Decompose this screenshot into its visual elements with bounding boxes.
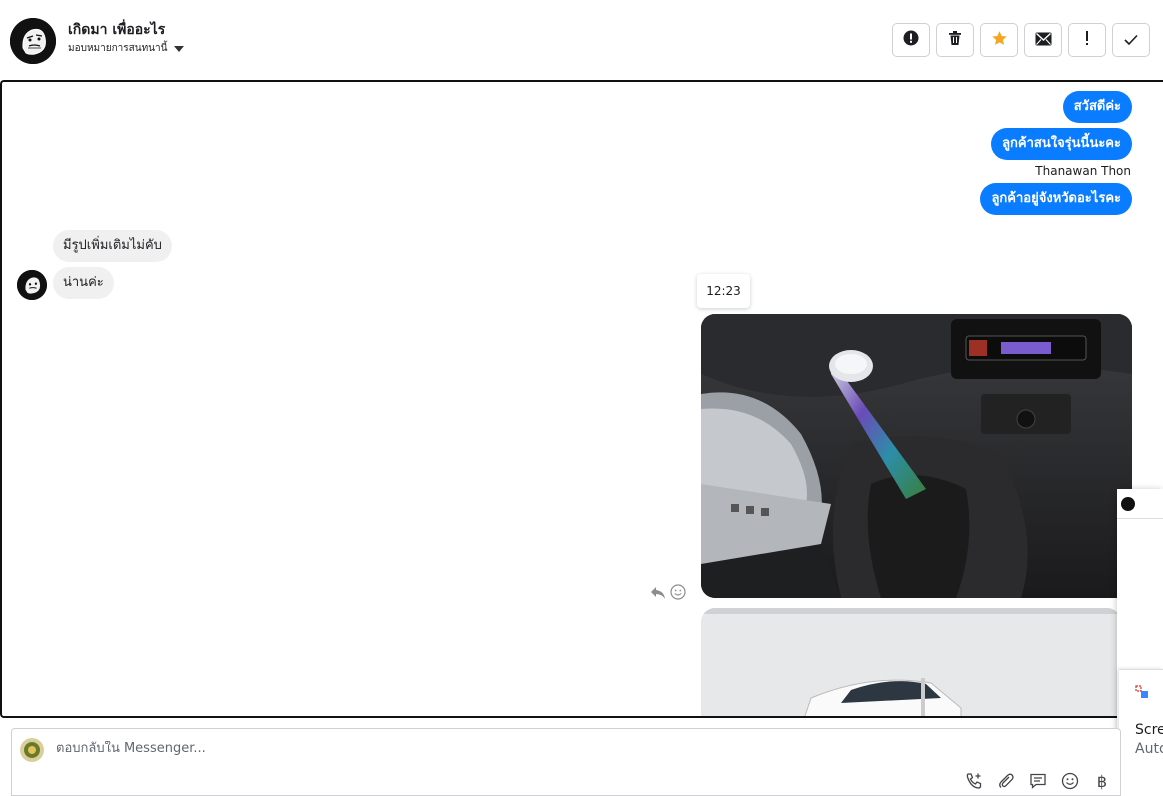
notification-subtitle: Auto (1135, 741, 1163, 757)
caret-down-icon (174, 45, 185, 52)
saved-reply-icon[interactable] (1026, 769, 1050, 793)
page-avatar (20, 738, 44, 762)
spam-button[interactable] (892, 23, 930, 57)
incoming-message[interactable]: น่านค่ะ (53, 267, 114, 299)
page-avatar-icon (1121, 496, 1135, 511)
react-emoji-icon[interactable] (670, 584, 686, 604)
incoming-message[interactable]: มีรูปเพิ่มเติมไม่คับ (53, 230, 172, 262)
baht-icon[interactable]: ฿ (1090, 769, 1114, 793)
trash-icon (947, 30, 963, 50)
car-photo[interactable] (701, 608, 1121, 716)
message-thread[interactable]: สวัสดีค่ะ ลูกค้าสนใจรุ่นนี้นะคะ Thanawan… (0, 80, 1163, 718)
star-button[interactable] (980, 23, 1018, 57)
outgoing-message[interactable]: ลูกค้าอยู่จังหวัดอะไรคะ (980, 183, 1132, 215)
star-icon (991, 30, 1008, 51)
check-icon (1124, 31, 1138, 50)
snipping-tool-icon (1135, 684, 1149, 703)
screenshot-notification[interactable]: Scree Auto (1119, 669, 1163, 796)
reply-composer: ฿ (11, 728, 1121, 796)
outgoing-message[interactable]: ลูกค้าสนใจรุ่นนี้นะคะ (991, 128, 1132, 160)
paperclip-icon[interactable] (994, 769, 1018, 793)
composer-tools: ฿ (962, 769, 1114, 793)
outgoing-message[interactable]: สวัสดีค่ะ (1062, 91, 1132, 123)
mark-unread-button[interactable] (1024, 23, 1062, 57)
shift-knob-photo[interactable] (701, 314, 1132, 598)
reply-input[interactable] (56, 741, 656, 756)
sender-name: Thanawan Thon (1035, 164, 1131, 178)
reply-icon[interactable] (650, 585, 666, 604)
conversation-toolbar (892, 23, 1150, 57)
message-timestamp: 12:23 (697, 274, 750, 308)
conversation-header: เกิดมา เพื่ออะไร มอบหมายการสนทนานี้ (0, 0, 1163, 80)
envelope-icon (1035, 31, 1052, 50)
contact-avatar[interactable] (10, 18, 56, 64)
follow-up-button[interactable] (1068, 23, 1106, 57)
alert-circle-icon (903, 30, 919, 50)
exclamation-icon (1084, 30, 1090, 50)
notification-title: Scree (1135, 722, 1163, 738)
preview-header (1117, 489, 1163, 519)
done-button[interactable] (1112, 23, 1150, 57)
contact-avatar-small (17, 270, 47, 300)
assign-conversation-dropdown[interactable]: มอบหมายการสนทนานี้ (68, 41, 185, 56)
assign-conversation-label: มอบหมายการสนทนานี้ (68, 43, 168, 54)
emoji-icon[interactable] (1058, 769, 1082, 793)
contact-name[interactable]: เกิดมา เพื่ออะไร (68, 19, 165, 41)
message-actions (650, 584, 686, 604)
delete-button[interactable] (936, 23, 974, 57)
phone-plus-icon[interactable] (962, 769, 986, 793)
